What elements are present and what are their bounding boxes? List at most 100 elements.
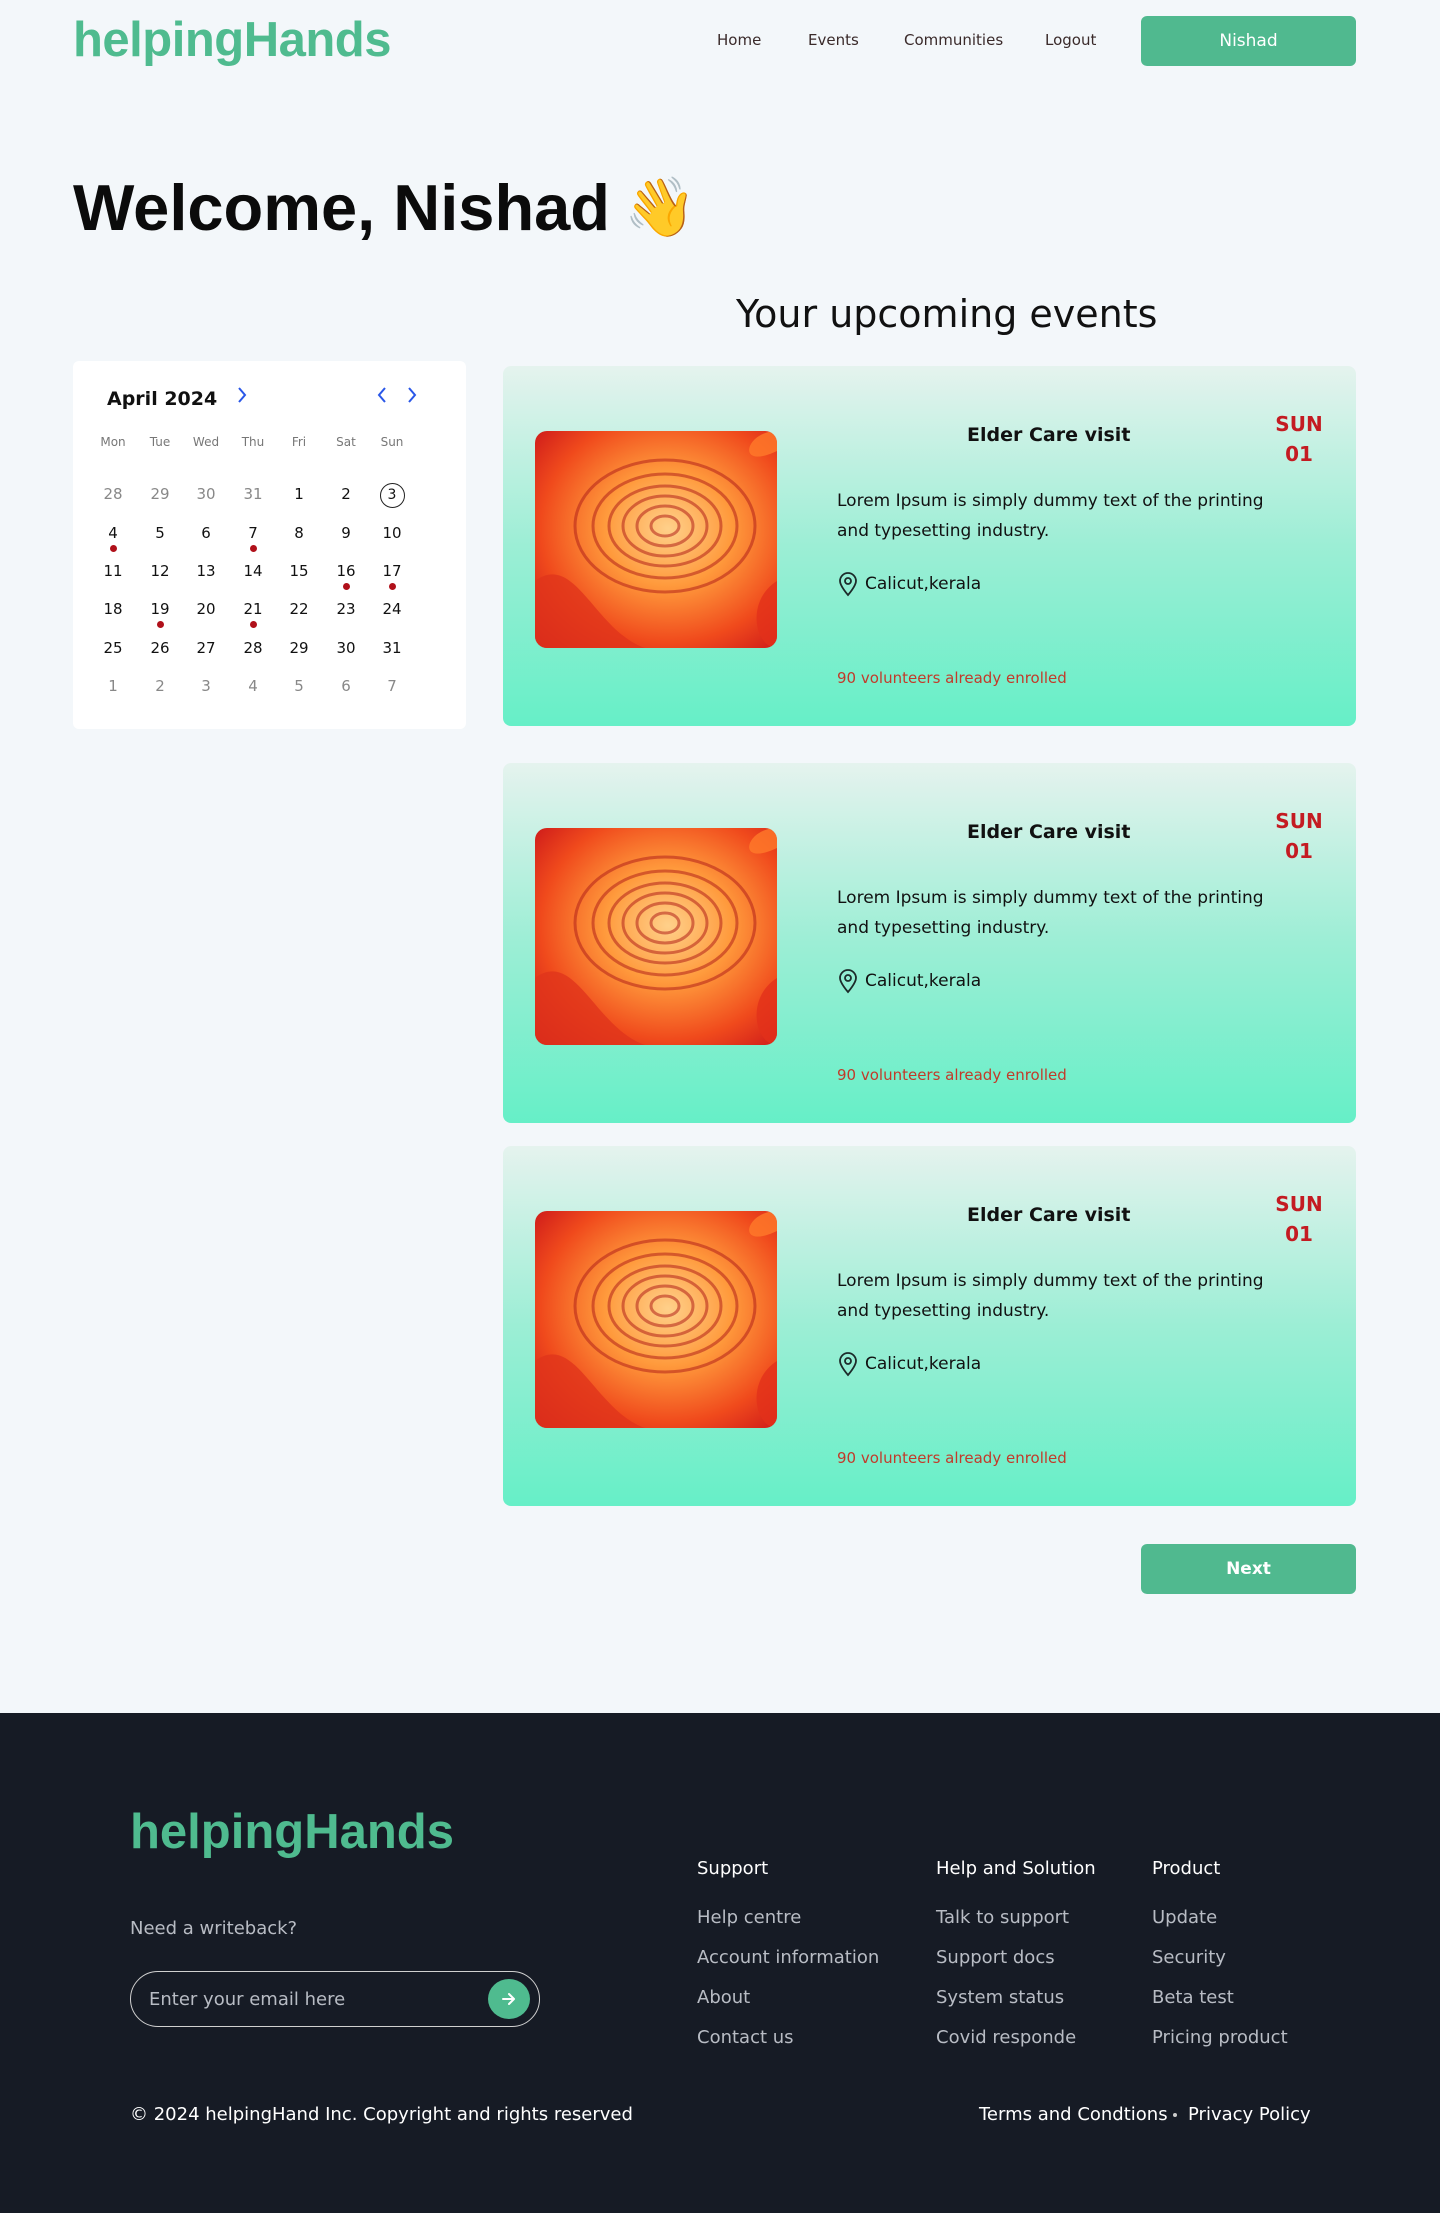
calendar-day-number: 4 [108,524,118,542]
calendar-day[interactable]: 15 [282,558,316,584]
logo[interactable]: helpingHands [73,12,391,68]
calendar-day[interactable]: 14 [236,558,270,584]
event-location: Calicut,kerala [837,571,981,597]
event-indicator-dot [110,545,117,552]
calendar-day[interactable]: 31 [236,481,270,507]
calendar-day[interactable]: 8 [282,520,316,546]
footer-link-system-status[interactable]: System status [936,1987,1064,2008]
calendar-day[interactable]: 24 [375,596,409,622]
calendar-day-number: 26 [150,639,170,657]
calendar-day[interactable]: 3 [189,673,223,699]
calendar-day[interactable]: 29 [282,635,316,661]
calendar-day[interactable]: 4 [96,520,130,552]
footer-link-security[interactable]: Security [1152,1947,1226,1968]
footer-link-pricing-product[interactable]: Pricing product [1152,2027,1288,2048]
footer-link-update[interactable]: Update [1152,1907,1217,1928]
calendar-day[interactable]: 17 [375,558,409,590]
event-indicator-dot [389,583,396,590]
footer-link-covid-responde[interactable]: Covid responde [936,2027,1076,2048]
calendar-day[interactable]: 6 [189,520,223,546]
event-location-text: Calicut,kerala [865,574,982,594]
prev-month-chevron-icon[interactable] [376,385,388,409]
calendar-day[interactable]: 19 [143,596,177,628]
calendar-day-number: 14 [243,562,263,580]
calendar-day[interactable]: 16 [329,558,363,590]
footer-link-talk-to-support[interactable]: Talk to support [936,1907,1069,1928]
event-card[interactable]: Elder Care visit SUN 01 Lorem Ipsum is s… [503,763,1356,1123]
nav-home[interactable]: Home [717,31,761,49]
next-button[interactable]: Next [1141,1544,1356,1594]
calendar-day[interactable]: 1 [282,481,316,507]
calendar-day[interactable]: 28 [96,481,130,507]
calendar-day-number: 28 [103,485,123,503]
calendar-day[interactable]: 4 [236,673,270,699]
calendar-day[interactable]: 2 [143,673,177,699]
weekday-label: Fri [291,435,307,449]
calendar-day[interactable]: 23 [329,596,363,622]
footer-link-help-centre[interactable]: Help centre [697,1907,801,1928]
location-pin-icon [839,969,857,994]
footer-privacy-link[interactable]: Privacy Policy [1188,2104,1311,2125]
calendar-day-number: 1 [294,485,304,503]
event-card[interactable]: Elder Care visit SUN 01 Lorem Ipsum is s… [503,366,1356,726]
calendar-day[interactable]: 3 [375,481,409,508]
event-indicator-dot [157,621,164,628]
calendar-day-number: 21 [243,600,263,618]
weekday-label: Sun [380,435,404,449]
event-weekday: SUN [1275,1192,1323,1216]
event-weekday: SUN [1275,412,1323,436]
header: helpingHands Home Events Communities Log… [0,0,1440,82]
user-profile-button[interactable]: Nishad [1141,16,1356,66]
next-month-chevron-icon[interactable] [406,385,418,409]
calendar-day-number: 4 [248,677,258,695]
footer-link-support-docs[interactable]: Support docs [936,1947,1055,1968]
nav-events[interactable]: Events [808,31,859,49]
calendar-day-number: 29 [150,485,170,503]
footer-heading-support: Support [697,1858,769,1879]
calendar-day[interactable]: 25 [96,635,130,661]
calendar-day[interactable]: 5 [282,673,316,699]
footer-terms-link[interactable]: Terms and Condtions [979,2104,1168,2125]
calendar-day[interactable]: 26 [143,635,177,661]
calendar-day-number: 7 [387,677,397,695]
send-arrow-icon[interactable] [488,1979,530,2019]
location-pin-icon [839,572,857,597]
calendar-day[interactable]: 5 [143,520,177,546]
calendar-day[interactable]: 31 [375,635,409,661]
calendar-day[interactable]: 7 [375,673,409,699]
calendar-day[interactable]: 22 [282,596,316,622]
calendar-month-label: April 2024 [107,388,218,410]
calendar-day[interactable]: 12 [143,558,177,584]
nav-logout[interactable]: Logout [1045,31,1096,49]
calendar-day[interactable]: 2 [329,481,363,507]
footer-link-account-information[interactable]: Account information [697,1947,879,1968]
event-day-number: 01 [1285,442,1313,466]
event-card[interactable]: Elder Care visit SUN 01 Lorem Ipsum is s… [503,1146,1356,1506]
calendar-day[interactable]: 28 [236,635,270,661]
calendar-day[interactable]: 9 [329,520,363,546]
calendar-day-number: 16 [336,562,356,580]
footer-email-input[interactable] [149,1986,469,2012]
calendar-day[interactable]: 30 [329,635,363,661]
event-day-number: 01 [1285,1222,1313,1246]
calendar-day[interactable]: 11 [96,558,130,584]
calendar-day-number: 5 [294,677,304,695]
calendar-day[interactable]: 7 [236,520,270,552]
calendar-day[interactable]: 13 [189,558,223,584]
calendar-day[interactable]: 20 [189,596,223,622]
calendar-day[interactable]: 30 [189,481,223,507]
calendar-day[interactable]: 21 [236,596,270,628]
footer-link-contact-us[interactable]: Contact us [697,2027,794,2048]
footer-link-beta-test[interactable]: Beta test [1152,1987,1234,2008]
month-select-chevron-icon[interactable] [236,385,248,409]
footer-logo[interactable]: helpingHands [130,1804,454,1860]
calendar-day[interactable]: 27 [189,635,223,661]
calendar-day[interactable]: 6 [329,673,363,699]
calendar-day[interactable]: 29 [143,481,177,507]
nav-communities[interactable]: Communities [904,31,1003,49]
calendar-day[interactable]: 18 [96,596,130,622]
event-location: Calicut,kerala [837,968,981,994]
calendar-day[interactable]: 10 [375,520,409,546]
footer-link-about[interactable]: About [697,1987,750,2008]
calendar-day[interactable]: 1 [96,673,130,699]
